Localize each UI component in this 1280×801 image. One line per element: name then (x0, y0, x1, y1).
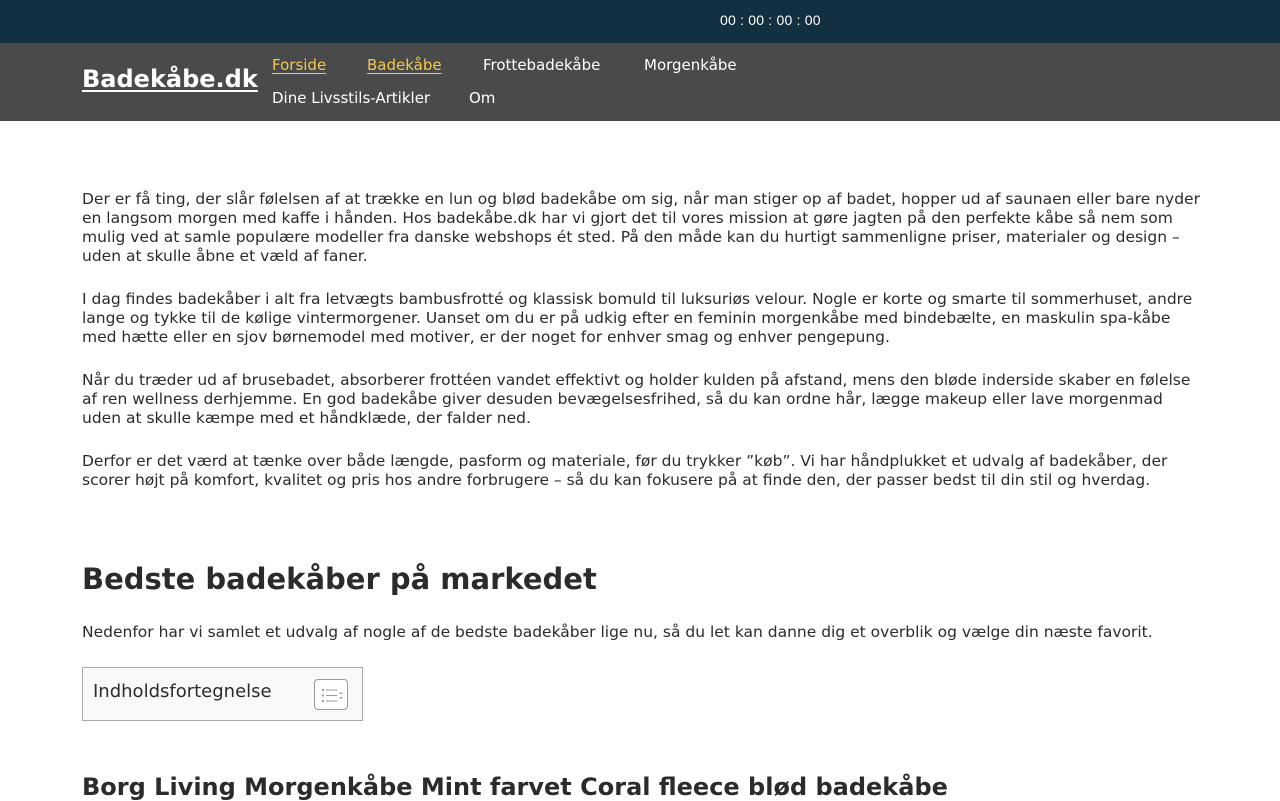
top-bar: 00 : 00 : 00 : 00 (0, 0, 1280, 43)
section-title: Bedste badekåber på markedet (82, 562, 597, 596)
site-header: Badekåbe.dk Forside Badekåbe Frottebadek… (0, 43, 1280, 121)
list-icon (322, 689, 343, 702)
nav-item-forside[interactable]: Forside (272, 56, 326, 74)
section-intro: Nedenfor har vi samlet et udvalg af nogl… (82, 623, 1153, 641)
nav-item-om[interactable]: Om (469, 89, 495, 107)
nav-item-badekaabe[interactable]: Badekåbe (367, 56, 442, 74)
table-of-contents: Indholdsfortegnelse (82, 667, 363, 721)
toc-toggle-button[interactable] (314, 679, 348, 710)
paragraph: I dag findes badekåber i alt fra letvægt… (82, 290, 1193, 346)
paragraph: Når du træder ud af brusebadet, absorber… (82, 371, 1191, 427)
countdown-timer: 00 : 00 : 00 : 00 (720, 12, 821, 28)
nav-item-frottebadekaabe[interactable]: Frottebadekåbe (483, 56, 600, 74)
intro-text: Der er få ting, der slår følelsen af at … (82, 190, 1200, 514)
toc-title: Indholdsfortegnelse (93, 681, 272, 702)
nav-item-livsstils-artikler[interactable]: Dine Livsstils-Artikler (272, 89, 430, 107)
product-title: Borg Living Morgenkåbe Mint farvet Coral… (82, 773, 948, 801)
paragraph: Der er få ting, der slår følelsen af at … (82, 190, 1200, 265)
site-logo[interactable]: Badekåbe.dk (82, 65, 258, 93)
paragraph: Derfor er det værd at tænke over både læ… (82, 452, 1168, 489)
nav-item-morgenkaabe[interactable]: Morgenkåbe (644, 56, 737, 74)
